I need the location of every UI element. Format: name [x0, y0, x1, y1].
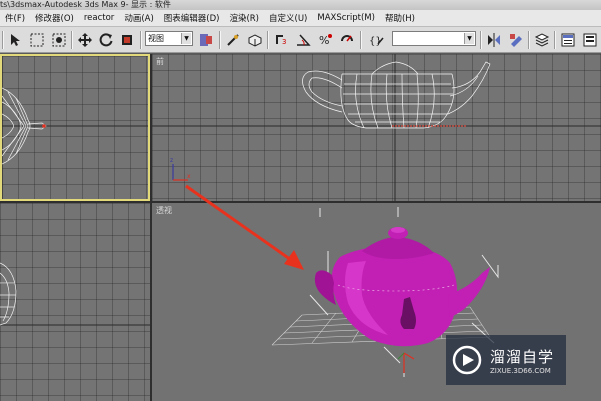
scale-icon — [122, 35, 132, 45]
angle-snap-icon — [297, 34, 311, 46]
title-bar: ts\3dsmax - Autodesk 3ds Max 9 - 显示 : 软件 — [0, 0, 601, 10]
menu-rendering[interactable]: 渲染(R) — [224, 12, 264, 24]
menu-help[interactable]: 帮助(H) — [380, 12, 420, 24]
rotate-button[interactable] — [97, 31, 115, 49]
menu-maxscript[interactable]: MAXScript(M) — [312, 13, 380, 23]
svg-text:z: z — [170, 157, 173, 164]
material-editor-button[interactable] — [559, 31, 577, 49]
snap-toggle-button[interactable]: 3 — [272, 31, 290, 49]
spinner-snap-button[interactable] — [338, 31, 356, 49]
manipulate-icon — [248, 34, 262, 47]
percent-snap-button[interactable]: % — [316, 31, 334, 49]
toolbar-separator — [267, 31, 269, 49]
select-by-name-button[interactable] — [50, 31, 68, 49]
chevron-down-icon: ▼ — [464, 33, 474, 44]
reference-coordinate-dropdown[interactable]: 视图 ▼ — [145, 31, 193, 46]
menu-animation[interactable]: 动画(A) — [119, 12, 158, 24]
menu-reactor[interactable]: reactor — [79, 13, 119, 23]
menu-modifiers[interactable]: 修改器(O) — [30, 12, 79, 24]
main-toolbar: 视图 ▼ 3 % {} ▼ — [0, 27, 601, 53]
edit-named-selection-icon: {} — [369, 36, 384, 47]
material-editor-icon — [561, 33, 575, 47]
menu-customize[interactable]: 自定义(U) — [264, 12, 312, 24]
chevron-down-icon: ▼ — [181, 33, 191, 44]
render-scene-button[interactable] — [581, 31, 599, 49]
menu-bar: 件(F) 修改器(O) reactor 动画(A) 图表编辑器(D) 渲染(R)… — [0, 10, 601, 27]
select-region-button[interactable] — [28, 31, 46, 49]
svg-text:x: x — [187, 173, 191, 180]
render-scene-icon — [583, 33, 597, 47]
play-logo-icon — [452, 345, 482, 375]
title-path: ts\3dsmax — [0, 0, 42, 9]
teapot-left-wireframe — [0, 262, 150, 326]
edit-named-selection-button[interactable]: {} — [368, 31, 386, 49]
select-by-name-icon — [52, 33, 66, 47]
toolbar-separator — [71, 31, 73, 49]
viewport-divider-vertical[interactable] — [150, 54, 152, 401]
watermark-title: 溜溜自学 — [490, 347, 555, 366]
link-icon — [227, 34, 239, 46]
move-icon — [78, 33, 92, 47]
mirror-button[interactable] — [485, 31, 503, 49]
select-object-button[interactable] — [7, 31, 25, 49]
select-region-icon — [30, 33, 44, 47]
teapot-object — [314, 227, 490, 347]
layer-icon — [534, 33, 550, 47]
select-object-icon — [11, 34, 20, 46]
mirror-icon — [488, 33, 500, 47]
toolbar-separator — [528, 31, 530, 49]
rotate-icon — [99, 33, 113, 47]
toolbar-separator — [219, 31, 221, 49]
menu-file[interactable]: 件(F) — [0, 12, 30, 24]
app-window: ts\3dsmax - Autodesk 3ds Max 9 - 显示 : 软件… — [0, 0, 601, 401]
display-driver-label: - 显示 : 软件 — [125, 0, 171, 9]
watermark: 溜溜自学 ZIXUE.3D66.COM — [446, 335, 566, 385]
angle-snap-button[interactable] — [294, 31, 312, 49]
toolbar-separator — [554, 31, 556, 49]
toolbar-separator — [2, 31, 4, 49]
toolbar-separator — [360, 31, 362, 49]
teapot-top-wireframe — [2, 56, 148, 199]
teapot-front-wireframe: z x — [152, 54, 601, 201]
viewport-divider-horizontal[interactable] — [0, 201, 601, 203]
pivot-center-icon — [200, 34, 212, 46]
align-icon — [510, 34, 522, 47]
toolbar-separator — [140, 31, 142, 49]
align-button[interactable] — [507, 31, 525, 49]
snap-icon: 3 — [276, 35, 286, 46]
viewport-front[interactable]: 前 z x — [152, 54, 601, 201]
link-button[interactable] — [224, 31, 242, 49]
viewport-left[interactable] — [0, 203, 150, 401]
app-title: Autodesk 3ds Max 9 — [44, 0, 126, 9]
menu-graph-editors[interactable]: 图表编辑器(D) — [159, 12, 225, 24]
svg-text:3: 3 — [282, 38, 286, 46]
svg-text:%: % — [319, 34, 329, 47]
toolbar-separator — [480, 31, 482, 49]
manipulate-button[interactable] — [246, 31, 264, 49]
percent-snap-icon: % — [319, 34, 332, 47]
viewport-top[interactable] — [0, 54, 150, 201]
reference-coordinate-value: 视图 — [148, 34, 164, 43]
move-button[interactable] — [76, 31, 94, 49]
scale-button[interactable] — [118, 31, 136, 49]
watermark-subtitle: ZIXUE.3D66.COM — [490, 366, 551, 375]
pivot-center-button[interactable] — [197, 31, 215, 49]
named-selection-dropdown[interactable]: ▼ — [392, 31, 476, 46]
spinner-snap-icon — [341, 35, 353, 42]
layer-manager-button[interactable] — [533, 31, 551, 49]
